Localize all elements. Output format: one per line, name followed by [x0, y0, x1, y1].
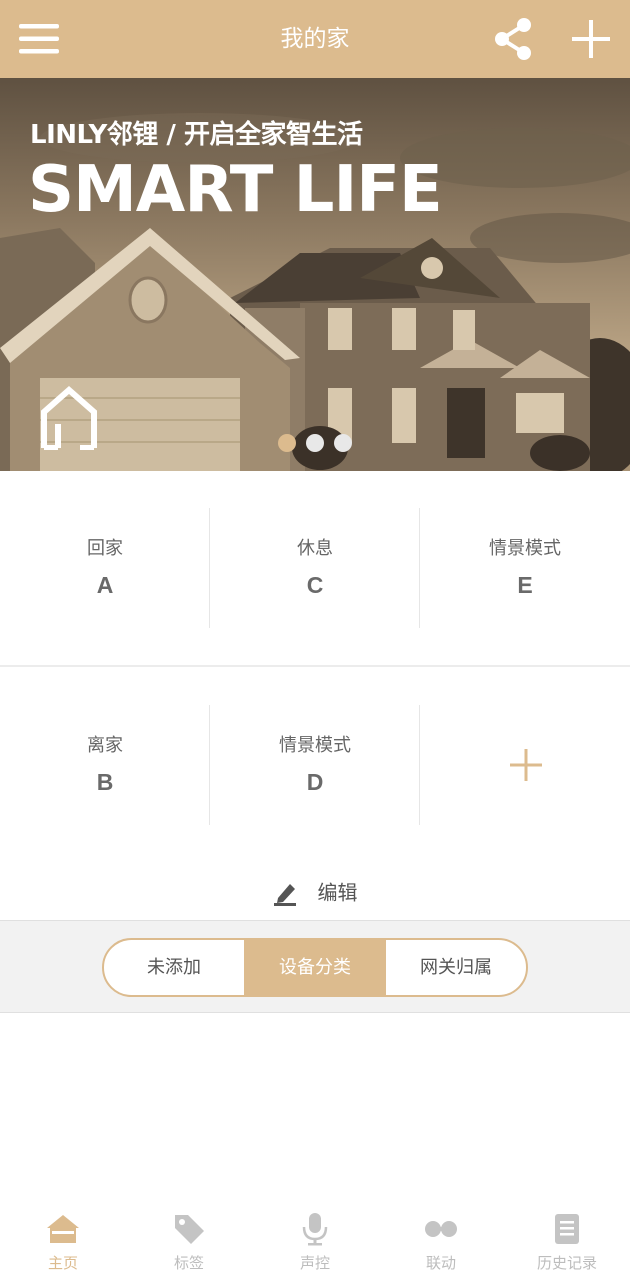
banner-carousel[interactable]: LINLY邻锂 / 开启全家智生活 SMART LIFE: [0, 78, 630, 471]
scene-button-c[interactable]: 休息 C: [210, 508, 420, 628]
plus-icon: [510, 749, 542, 781]
nav-history[interactable]: 历史记录: [504, 1200, 630, 1280]
app-header: 我的家: [0, 0, 630, 78]
add-button[interactable]: [566, 14, 616, 64]
carousel-indicator: [0, 434, 630, 454]
scene-button-b[interactable]: 离家 B: [0, 705, 210, 825]
edit-label: 编辑: [317, 880, 358, 905]
scene-button-d[interactable]: 情景模式 D: [210, 705, 420, 825]
carousel-dot[interactable]: [334, 434, 352, 452]
nav-home[interactable]: 主页: [0, 1200, 126, 1280]
scene-label: 情景模式: [489, 538, 561, 559]
banner-headline: SMART LIFE: [28, 153, 443, 227]
carousel-dot[interactable]: [278, 434, 296, 452]
scene-letter: D: [306, 769, 324, 795]
carousel-dot[interactable]: [306, 434, 324, 452]
nav-label: 标签: [173, 1254, 204, 1272]
segmented-control: 未添加 设备分类 网关归属: [102, 938, 528, 997]
scene-letter: E: [517, 572, 533, 598]
nav-linkage[interactable]: 联动: [378, 1200, 504, 1280]
nav-label: 联动: [425, 1254, 456, 1272]
scene-label: 回家: [87, 538, 123, 559]
scene-row: 回家 A 休息 C 情景模式 E: [0, 508, 630, 628]
scene-label: 情景模式: [279, 735, 351, 756]
edit-button[interactable]: 编辑: [272, 872, 358, 912]
nav-voice[interactable]: 声控: [252, 1200, 378, 1280]
add-scene-button[interactable]: [420, 705, 630, 825]
segment-bar: 未添加 设备分类 网关归属: [0, 920, 630, 1013]
nav-label: 声控: [299, 1254, 330, 1272]
row-divider: [0, 665, 630, 667]
tab-device-category[interactable]: 设备分类: [244, 940, 385, 995]
plus-icon: [572, 20, 610, 58]
link-icon: [425, 1221, 457, 1237]
scene-letter: C: [306, 572, 324, 598]
scene-row: 离家 B 情景模式 D: [0, 705, 630, 825]
tag-icon: [175, 1215, 204, 1244]
nav-label: 主页: [47, 1254, 78, 1272]
share-button[interactable]: [488, 14, 538, 64]
document-icon: [555, 1214, 579, 1244]
bottom-navigation: 主页 标签 声控 联动 历史记录: [0, 1200, 630, 1280]
tab-unadded[interactable]: 未添加: [104, 940, 244, 995]
scene-label: 离家: [87, 735, 123, 756]
scene-letter: B: [96, 769, 114, 795]
brand-tagline: LINLY邻锂 / 开启全家智生活: [30, 120, 363, 150]
pencil-icon: [274, 883, 297, 906]
scene-button-e[interactable]: 情景模式 E: [420, 508, 630, 628]
scene-button-a[interactable]: 回家 A: [0, 508, 210, 628]
scene-letter: A: [96, 572, 114, 598]
edit-row: 编辑: [0, 872, 630, 912]
microphone-icon: [302, 1213, 328, 1246]
tab-gateway[interactable]: 网关归属: [385, 940, 526, 995]
scene-label: 休息: [297, 538, 333, 559]
home-icon: [47, 1215, 79, 1243]
nav-tags[interactable]: 标签: [126, 1200, 252, 1280]
nav-label: 历史记录: [536, 1254, 597, 1272]
share-icon: [495, 18, 531, 60]
